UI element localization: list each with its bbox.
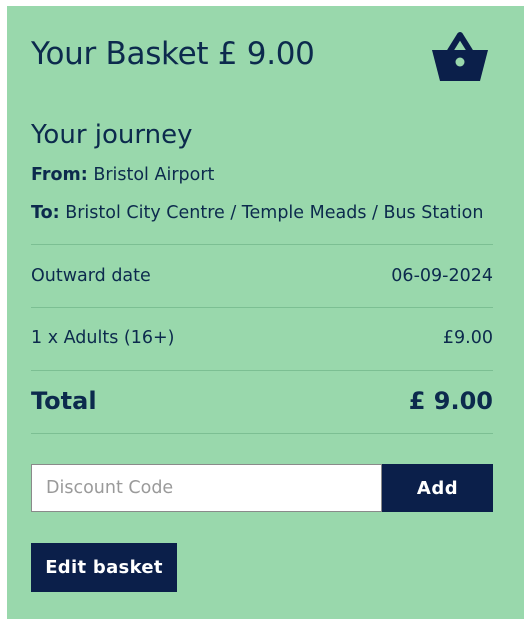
journey-to: To: Bristol City Centre / Temple Meads /… (31, 201, 483, 225)
journey-from: From: Bristol Airport (31, 163, 214, 187)
to-value: Bristol City Centre / Temple Meads / Bus… (65, 203, 484, 223)
basket-panel: Your Basket £ 9.00 Your journey From: Br… (7, 6, 524, 619)
basket-total-amount: £ 9.00 (217, 36, 315, 72)
journey-heading: Your journey (31, 120, 193, 150)
basket-title-label: Your Basket (31, 36, 209, 72)
ticket-row: 1 x Adults (16+) £9.00 (31, 323, 493, 353)
discount-code-input[interactable] (31, 464, 382, 512)
divider (31, 370, 493, 371)
from-label: From: (31, 165, 88, 185)
divider (31, 244, 493, 245)
edit-basket-button[interactable]: Edit basket (31, 543, 177, 592)
outward-date-row: Outward date 06-09-2024 (31, 261, 493, 291)
basket-title: Your Basket £ 9.00 (31, 34, 315, 74)
outward-date-label: Outward date (31, 266, 151, 286)
ticket-label: 1 x Adults (16+) (31, 328, 175, 348)
to-label: To: (31, 203, 60, 223)
total-label: Total (31, 387, 97, 415)
shopping-basket-icon (432, 32, 488, 81)
ticket-price: £9.00 (442, 328, 493, 348)
add-discount-button[interactable]: Add (382, 464, 493, 512)
from-value: Bristol Airport (93, 165, 215, 185)
outward-date-value: 06-09-2024 (391, 266, 493, 286)
total-value: £ 9.00 (408, 387, 493, 415)
total-row: Total £ 9.00 (31, 386, 493, 416)
divider (31, 433, 493, 434)
divider (31, 307, 493, 308)
